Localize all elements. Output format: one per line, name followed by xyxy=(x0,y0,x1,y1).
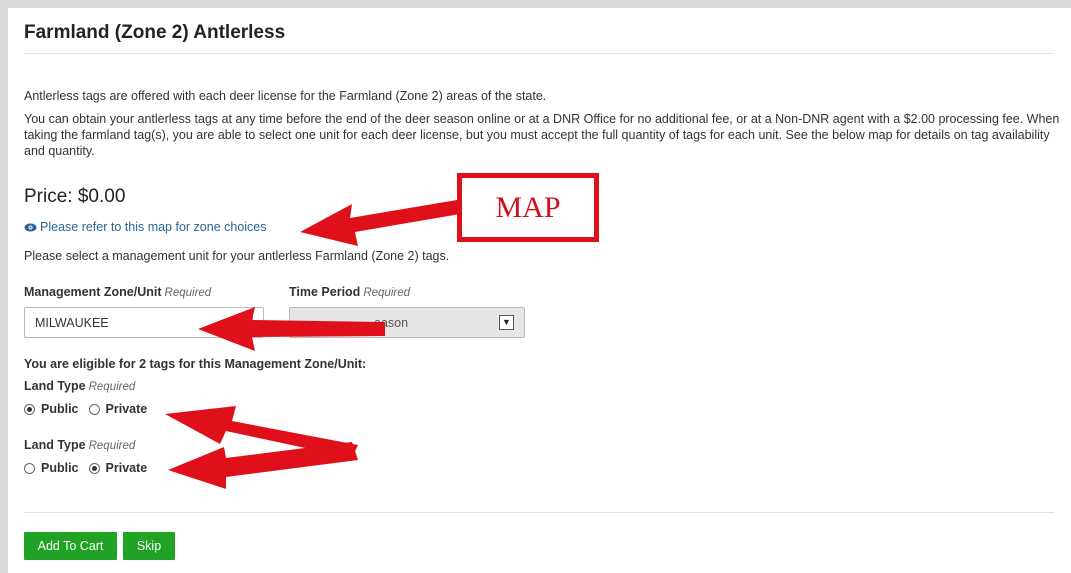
arrow-to-map-link xyxy=(300,200,460,246)
arrow-to-radio-2 xyxy=(168,442,358,489)
arrow-to-zone-select xyxy=(198,307,385,351)
annotation-arrows xyxy=(165,200,460,489)
